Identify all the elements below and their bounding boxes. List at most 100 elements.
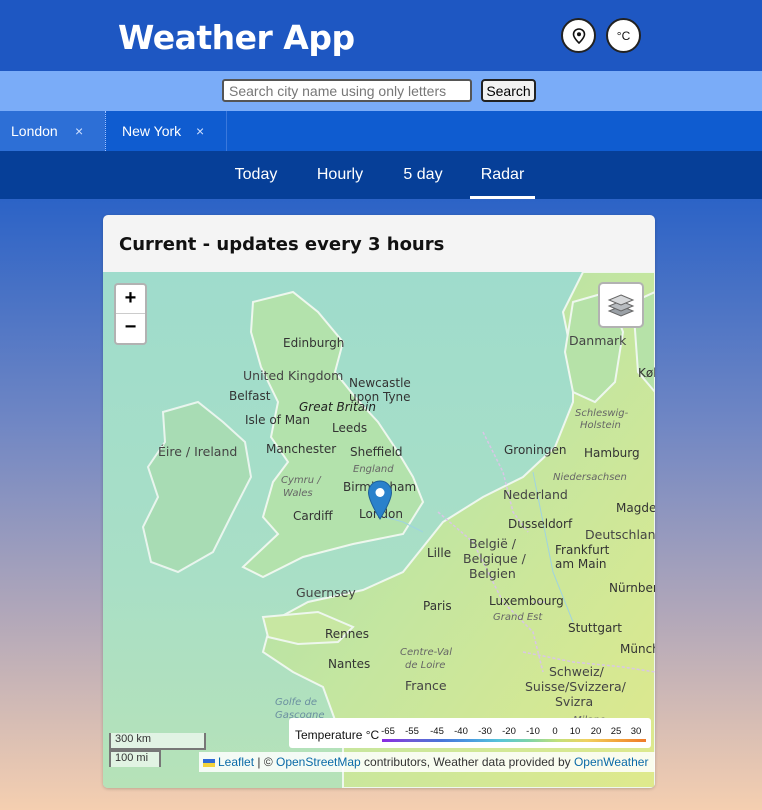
radar-card: Current - updates every 3 hours Edinburg…	[103, 215, 655, 788]
legend-tick: -65	[381, 726, 395, 737]
search-bar: Search	[0, 71, 762, 111]
location-marker[interactable]	[367, 480, 393, 526]
city-tab-label: London	[11, 123, 58, 139]
city-tabs: London × New York ×	[0, 111, 762, 151]
legend-tick: 30	[630, 726, 642, 737]
map-label: Frankfurt	[555, 543, 610, 557]
map-label: Belfast	[229, 389, 271, 403]
legend-tick: 25	[610, 726, 622, 737]
close-icon[interactable]: ×	[196, 123, 204, 139]
map-label: Great Britain	[299, 400, 376, 414]
unit-toggle-button[interactable]: °C	[606, 18, 641, 53]
map-label: Paris	[423, 599, 452, 613]
city-tab-new-york[interactable]: New York ×	[106, 111, 226, 151]
legend-tick: -20	[502, 726, 516, 737]
map-label: Køb	[638, 366, 655, 380]
map-label: Holstein	[580, 420, 621, 431]
tab-5-day[interactable]: 5 day	[393, 151, 453, 199]
map-label: Manchester	[266, 442, 337, 456]
map-base	[103, 272, 655, 788]
map-label: Rennes	[325, 627, 370, 641]
map-label: Cardiff	[293, 509, 333, 523]
close-icon[interactable]: ×	[75, 123, 83, 139]
city-tab-london[interactable]: London ×	[0, 111, 105, 151]
zoom-out-button[interactable]: −	[116, 314, 145, 343]
map-label: United Kingdom	[243, 368, 344, 383]
legend-tick: 0	[552, 726, 558, 737]
zoom-control: + −	[114, 283, 147, 345]
legend-tick: -10	[526, 726, 540, 737]
map-label: Leeds	[332, 421, 368, 435]
legend-color-bar	[382, 739, 646, 742]
map-label: Sheffield	[350, 445, 403, 459]
map-label: Nantes	[328, 657, 371, 671]
zoom-in-button[interactable]: +	[116, 285, 145, 314]
legend-title: Temperature °C	[295, 728, 380, 742]
map-label: Centre-Val	[400, 647, 452, 658]
leaflet-link[interactable]: Leaflet	[218, 755, 254, 769]
tab-divider	[226, 111, 227, 151]
tab-radar[interactable]: Radar	[470, 151, 535, 199]
openweather-link[interactable]: OpenWeather	[574, 755, 649, 769]
legend-tick: -40	[454, 726, 468, 737]
map-label: Newcastle	[349, 376, 411, 390]
map-label: Schleswig-	[575, 408, 629, 419]
map-label: Suisse/Svizzera/	[525, 679, 626, 694]
attribution-text: | ©	[254, 755, 276, 769]
temperature-legend: Temperature °C -65 -55 -45 -40 -30 -20 -…	[289, 718, 651, 748]
map-label: Grand Est	[493, 612, 543, 623]
map-label: England	[353, 464, 394, 475]
legend-tick: -55	[405, 726, 419, 737]
map-label: Dusseldorf	[508, 517, 573, 531]
search-input[interactable]	[222, 79, 472, 102]
map-label: Hamburg	[584, 446, 640, 460]
map-label: Münch	[620, 642, 655, 656]
map-label: Nederland	[503, 487, 568, 502]
location-pin-icon	[572, 27, 585, 44]
map-label: Schweiz/	[549, 664, 604, 679]
openstreetmap-link[interactable]: OpenStreetMap	[276, 755, 361, 769]
map-label: Guernsey	[296, 585, 356, 600]
legend-tick: -45	[430, 726, 444, 737]
scale-mi: 100 mi	[109, 750, 161, 767]
map-label: Éire / Ireland	[158, 444, 238, 459]
legend-tick: 10	[569, 726, 581, 737]
city-tab-label: New York	[122, 123, 182, 139]
legend-tick: -30	[478, 726, 492, 737]
layers-icon	[607, 294, 635, 317]
legend-tick: 20	[590, 726, 602, 737]
current-location-button[interactable]	[561, 18, 596, 53]
map-label: Golfe de	[275, 697, 317, 708]
tab-hourly[interactable]: Hourly	[309, 151, 371, 199]
card-title: Current - updates every 3 hours	[119, 234, 445, 255]
search-button[interactable]: Search	[481, 79, 536, 102]
map-label: Stuttgart	[568, 621, 622, 635]
app-header: Weather App °C	[0, 0, 762, 71]
ukraine-flag-icon	[203, 759, 215, 767]
map-label: België /	[469, 536, 517, 551]
map-label: Edinburgh	[283, 336, 345, 350]
map-label: Isle of Man	[245, 413, 311, 427]
app-title: Weather App	[118, 18, 355, 57]
map-label: Svizra	[555, 694, 594, 709]
tab-today[interactable]: Today	[225, 151, 287, 199]
view-tabs: Today Hourly 5 day Radar	[0, 151, 762, 199]
map-label: Magdeb	[616, 501, 655, 515]
layers-button[interactable]	[598, 282, 644, 328]
map-marker-icon	[367, 480, 393, 520]
map-label: Luxembourg	[489, 594, 564, 608]
map-label: Belgique /	[463, 551, 526, 566]
map-attribution: Leaflet | © OpenStreetMap contributors, …	[199, 752, 655, 772]
scale-km: 300 km	[109, 733, 206, 750]
map-label: Cymru /	[281, 475, 321, 486]
radar-map[interactable]: Edinburgh United Kingdom Newcastle upon …	[103, 272, 655, 788]
map-label: Belgien	[469, 566, 516, 581]
map-scale: 300 km 100 mi	[109, 733, 206, 767]
map-label: Groningen	[504, 443, 567, 457]
map-label: Nürnberg	[609, 581, 655, 595]
attribution-text: contributors, Weather data provided by	[360, 755, 574, 769]
map-label: Danmark	[569, 333, 627, 348]
map-label: Niedersachsen	[553, 472, 627, 483]
map-label: de Loire	[405, 660, 446, 671]
map-label: France	[405, 678, 447, 693]
